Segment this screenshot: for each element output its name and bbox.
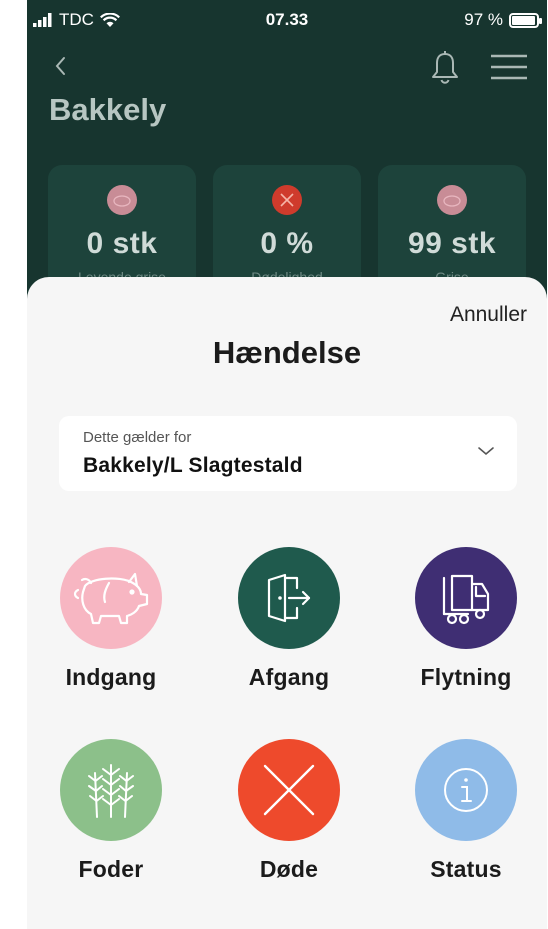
stat-icon-bg (107, 185, 137, 215)
event-sheet: Annuller Hændelse Dette gælder for Bakke… (27, 277, 547, 929)
bell-icon (432, 51, 458, 84)
action-indgang[interactable]: Indgang (31, 547, 191, 707)
action-circle (415, 547, 517, 649)
sheet-title: Hændelse (212, 335, 362, 370)
wheat-icon (88, 764, 134, 818)
action-status[interactable]: Status (386, 739, 546, 899)
stat-value: 0 % (260, 227, 314, 260)
door-exit-icon (267, 573, 311, 623)
action-doede[interactable]: Døde (209, 739, 369, 899)
action-circle (238, 547, 340, 649)
action-label: Flytning (420, 664, 512, 690)
action-circle (60, 739, 162, 841)
action-label: Døde (259, 856, 319, 882)
close-icon (263, 764, 315, 816)
battery-fill (512, 15, 536, 25)
action-foder[interactable]: Foder (31, 739, 191, 899)
stat-value: 0 stk (86, 227, 158, 260)
action-label: Indgang (65, 664, 157, 690)
pig-icon (107, 185, 137, 215)
notifications-button[interactable] (429, 50, 461, 86)
stage: TDC 07.33 97 % Bakkely 0 stk 0 % 99 stk … (0, 0, 548, 929)
action-afgang[interactable]: Afgang (209, 547, 369, 707)
action-label: Status (430, 856, 502, 882)
stat-card-mortality[interactable]: 0 % Dødelighed (213, 165, 361, 295)
page-title: Bakkely (49, 92, 167, 127)
stat-value: 99 stk (407, 227, 497, 260)
action-circle (415, 739, 517, 841)
action-circle (60, 547, 162, 649)
status-right: 97 % (464, 10, 542, 30)
stat-card-pigs[interactable]: 99 stk Grise (378, 165, 526, 295)
phone-screen: TDC 07.33 97 % Bakkely 0 stk 0 % 99 stk … (27, 0, 547, 929)
pig-icon (437, 185, 467, 215)
battery-percent: 97 % (464, 10, 503, 29)
back-button[interactable] (51, 52, 71, 80)
stat-card-living[interactable]: 0 stk Levende grise (48, 165, 196, 295)
truck-icon (442, 574, 490, 625)
cancel-button[interactable]: Annuller (450, 303, 527, 327)
hamburger-icon (491, 54, 527, 80)
action-circle (238, 739, 340, 841)
action-flytning[interactable]: Flytning (386, 547, 546, 707)
menu-button[interactable] (489, 50, 529, 84)
chevron-down-icon (478, 447, 494, 456)
selector-label: Dette gælder for (83, 429, 192, 446)
action-label: Foder (78, 856, 144, 882)
battery-icon (509, 12, 542, 28)
x-icon (272, 185, 302, 215)
status-bar: TDC 07.33 97 % (27, 0, 547, 36)
action-label: Afgang (248, 664, 330, 690)
location-selector[interactable]: Dette gælder for Bakkely/L Slagtestald (59, 416, 517, 491)
selector-value: Bakkely/L Slagtestald (83, 454, 303, 477)
chevron-left-icon (55, 57, 65, 75)
info-icon (444, 768, 488, 812)
pig-icon (73, 572, 149, 625)
